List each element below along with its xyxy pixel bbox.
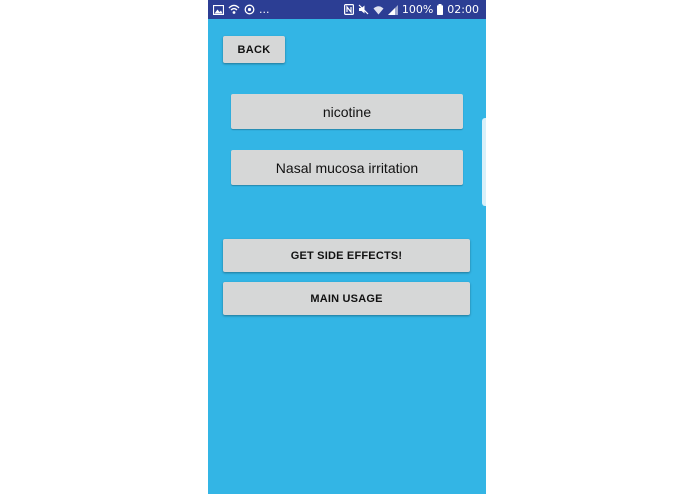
back-button[interactable]: BACK (223, 36, 285, 63)
edge-panel-handle[interactable] (482, 118, 486, 206)
status-bar-notifications: ... (213, 2, 270, 17)
wifi-icon (373, 3, 384, 16)
side-effect-field[interactable]: Nasal mucosa irritation (231, 150, 463, 185)
mute-icon (358, 3, 369, 16)
notification-overflow: ... (259, 3, 270, 16)
sync-icon (244, 3, 255, 16)
battery-icon (437, 3, 444, 16)
phone-screen: ... 100% 02:00 BACK nicotine Nasal mucos… (208, 0, 486, 494)
wifi-hotspot-icon (228, 3, 240, 16)
status-bar-system: 100% 02:00 (343, 2, 479, 17)
get-side-effects-button[interactable]: GET SIDE EFFECTS! (223, 239, 470, 272)
signal-icon (387, 3, 398, 16)
status-bar: ... 100% 02:00 (208, 0, 486, 19)
nfc-icon (343, 3, 354, 16)
battery-percentage: 100% (401, 3, 434, 16)
image-icon (213, 3, 224, 16)
main-usage-button[interactable]: MAIN USAGE (223, 282, 470, 315)
drug-name-field[interactable]: nicotine (231, 94, 463, 129)
status-time: 02:00 (447, 3, 479, 16)
